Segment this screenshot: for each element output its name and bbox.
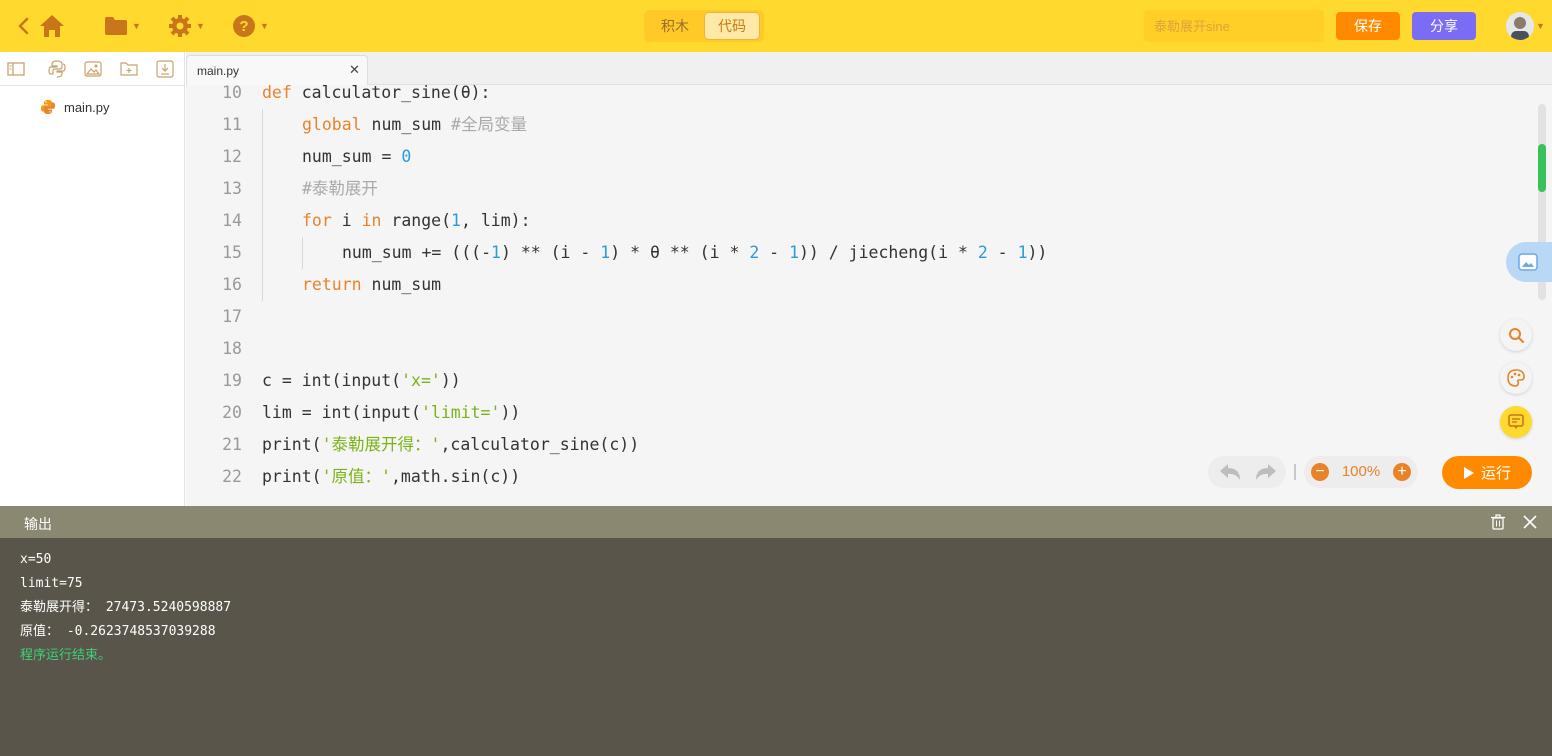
code-text: print('原值：',math.sin(c)) bbox=[262, 467, 521, 486]
new-python-file-icon[interactable] bbox=[47, 59, 67, 79]
python-icon bbox=[40, 99, 56, 115]
line-number: 13 bbox=[222, 179, 242, 198]
code-text: num_sum = 0 bbox=[302, 147, 412, 166]
code-line[interactable]: 16 return num_sum bbox=[186, 269, 1526, 301]
theme-button[interactable] bbox=[1500, 362, 1532, 394]
new-folder-icon[interactable] bbox=[119, 59, 139, 79]
output-header: 输出 bbox=[0, 506, 1552, 538]
search-icon bbox=[1509, 328, 1524, 343]
line-number: 11 bbox=[222, 115, 242, 134]
toolbar-divider bbox=[1294, 464, 1296, 480]
close-icon[interactable] bbox=[1522, 514, 1538, 535]
code-text: num_sum += (((-1) ** (i - 1) * θ ** (i *… bbox=[342, 243, 1048, 262]
share-button[interactable]: 分享 bbox=[1412, 12, 1476, 40]
add-image-icon[interactable] bbox=[83, 59, 103, 79]
code-text: lim = int(input('limit=')) bbox=[262, 403, 521, 422]
download-icon[interactable] bbox=[155, 59, 175, 79]
output-line: 原值： -0.2623748537039288 bbox=[20, 624, 216, 639]
line-number: 22 bbox=[222, 467, 242, 486]
code-text: for i in range(1, lim): bbox=[302, 211, 531, 230]
line-number: 21 bbox=[222, 435, 242, 454]
code-line[interactable]: 17 bbox=[186, 301, 1526, 333]
tab-blocks[interactable]: 积木 bbox=[647, 12, 703, 40]
toggle-sidebar-icon[interactable] bbox=[6, 59, 26, 79]
chevron-down-icon[interactable]: ▼ bbox=[196, 21, 205, 31]
code-line[interactable]: 20 lim = int(input('limit=')) bbox=[186, 397, 1526, 429]
line-number: 17 bbox=[222, 307, 242, 326]
output-line: 泰勒展开得： 27473.5240598887 bbox=[20, 600, 232, 615]
line-number: 20 bbox=[222, 403, 242, 422]
svg-text:?: ? bbox=[239, 18, 248, 35]
redo-icon[interactable] bbox=[1254, 463, 1278, 486]
code-text: print('泰勒展开得：',calculator_sine(c)) bbox=[262, 435, 640, 454]
code-line[interactable]: 15 num_sum += (((-1) ** (i - 1) * θ ** (i… bbox=[186, 237, 1526, 269]
home-icon[interactable] bbox=[38, 13, 66, 39]
line-number: 10 bbox=[222, 83, 242, 102]
indent-guide bbox=[262, 109, 263, 301]
trash-icon[interactable] bbox=[1490, 514, 1506, 535]
line-number: 12 bbox=[222, 147, 242, 166]
code-text: #泰勒展开 bbox=[302, 179, 378, 198]
search-button[interactable] bbox=[1500, 319, 1532, 351]
back-icon[interactable] bbox=[14, 16, 32, 36]
output-line: x=50 bbox=[20, 552, 52, 567]
code-text: return num_sum bbox=[302, 275, 442, 294]
avatar[interactable] bbox=[1506, 12, 1534, 40]
folder-menu-icon[interactable] bbox=[104, 14, 128, 38]
save-button[interactable]: 保存 bbox=[1336, 12, 1400, 40]
chevron-down-icon[interactable]: ▼ bbox=[1536, 21, 1545, 31]
code-line[interactable]: 10 def calculator_sine(θ): bbox=[186, 77, 1526, 109]
line-number: 19 bbox=[222, 371, 242, 390]
line-number: 14 bbox=[222, 211, 242, 230]
ai-image-icon bbox=[1518, 253, 1538, 271]
tab-label: main.py bbox=[197, 64, 240, 78]
code-area[interactable]: 10 def calculator_sine(θ): 11 global num_su… bbox=[186, 77, 1526, 506]
code-line[interactable]: 18 bbox=[186, 333, 1526, 365]
palette-icon bbox=[1507, 369, 1525, 387]
output-console: x=50 limit=75 泰勒展开得： 27473.5240598887 原值… bbox=[0, 538, 1552, 756]
code-line[interactable]: 14 for i in range(1, lim): bbox=[186, 205, 1526, 237]
line-number: 16 bbox=[222, 275, 242, 294]
feedback-button[interactable] bbox=[1500, 406, 1532, 438]
indent-guide bbox=[302, 237, 303, 269]
gear-icon[interactable] bbox=[168, 14, 192, 38]
output-line: limit=75 bbox=[20, 576, 83, 591]
file-sidebar: main.py bbox=[0, 52, 185, 506]
mode-toggle: 积木 代码 bbox=[644, 10, 764, 42]
assistant-float-button[interactable] bbox=[1506, 242, 1552, 282]
file-name: main.py bbox=[64, 99, 110, 115]
run-button[interactable]: 运行 bbox=[1442, 456, 1532, 489]
code-line[interactable]: 11 global num_sum #全局变量 bbox=[186, 109, 1526, 141]
code-line[interactable]: 12 num_sum = 0 bbox=[186, 141, 1526, 173]
file-tree-item[interactable]: main.py bbox=[40, 97, 110, 117]
run-label: 运行 bbox=[1480, 465, 1511, 482]
sidebar-toolbar bbox=[0, 52, 184, 86]
undo-icon[interactable] bbox=[1218, 463, 1242, 486]
code-text: global num_sum #全局变量 bbox=[302, 115, 527, 134]
zoom-control: − 100% + bbox=[1304, 456, 1418, 488]
output-title: 输出 bbox=[24, 516, 52, 532]
line-number: 18 bbox=[222, 339, 242, 358]
scrollbar-thumb[interactable] bbox=[1538, 144, 1546, 192]
chevron-down-icon[interactable]: ▼ bbox=[132, 21, 141, 31]
message-icon bbox=[1508, 414, 1524, 429]
line-number: 15 bbox=[222, 243, 242, 262]
tab-code[interactable]: 代码 bbox=[704, 12, 760, 40]
code-text: c = int(input('x=')) bbox=[262, 371, 461, 390]
code-text: def calculator_sine(θ): bbox=[262, 83, 491, 102]
play-icon bbox=[1463, 466, 1474, 479]
top-toolbar: ▼ ▼ ? ▼ 积木 代码 保存 分享 ▼ bbox=[0, 0, 1552, 52]
zoom-in-icon[interactable]: + bbox=[1393, 463, 1411, 481]
chevron-down-icon[interactable]: ▼ bbox=[260, 21, 269, 31]
code-editor[interactable]: main.py ✕ 10 def calculator_sine(θ): 11 glo… bbox=[186, 52, 1552, 506]
code-line[interactable]: 13 #泰勒展开 bbox=[186, 173, 1526, 205]
close-icon[interactable]: ✕ bbox=[349, 62, 360, 78]
output-status-line: 程序运行结束。 bbox=[20, 648, 112, 663]
code-line[interactable]: 19 c = int(input('x=')) bbox=[186, 365, 1526, 397]
project-title-input[interactable] bbox=[1144, 10, 1324, 42]
help-icon[interactable]: ? bbox=[232, 14, 256, 38]
undo-redo-group bbox=[1208, 456, 1286, 488]
